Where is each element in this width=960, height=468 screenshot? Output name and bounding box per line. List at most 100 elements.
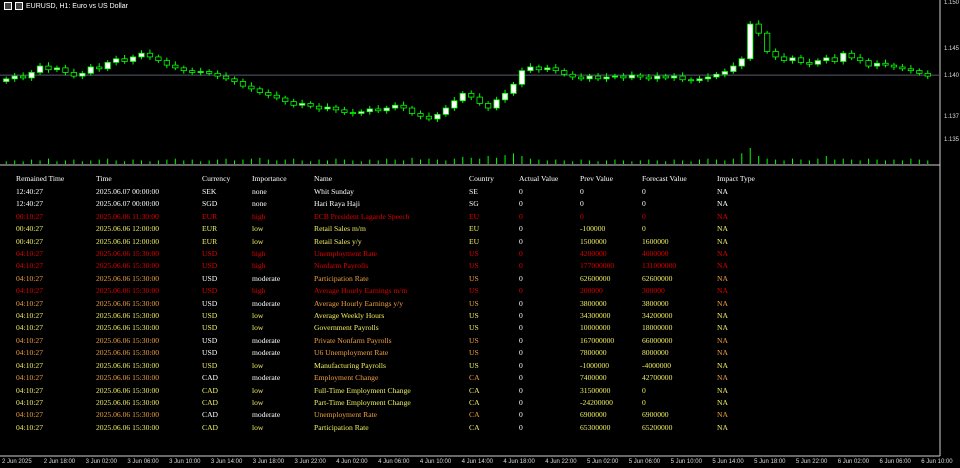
col-header-importance[interactable]: Importance	[252, 172, 314, 186]
cell-prev-value: 4200000	[580, 249, 607, 259]
cell-actual-value: 0	[519, 422, 523, 432]
cell-prev-value: 0	[580, 199, 584, 209]
candle-body	[476, 96, 483, 104]
cell-country: US	[469, 286, 479, 296]
table-row[interactable]: 04:10:27 2025.06.06 15:30:00 USD low Manufac…	[0, 360, 940, 372]
table-row[interactable]: 04:10:27 2025.06.06 15:30:00 CAD low Part-Ti…	[0, 397, 940, 409]
cell-prev-value: 7400000	[580, 373, 607, 383]
candle-body	[814, 60, 821, 65]
time-axis-label: 6 Jun 06:00	[879, 459, 911, 465]
candle-body	[789, 57, 796, 61]
candle-body	[603, 76, 610, 80]
table-row[interactable]: 04:10:27 2025.06.06 15:30:00 USD high Unempl…	[0, 248, 940, 260]
cell-importance: moderate	[252, 273, 281, 283]
cell-prev-value: 62600000	[580, 273, 611, 283]
candle-body	[104, 62, 111, 70]
candle-body	[231, 78, 238, 82]
table-row[interactable]: 04:10:27 2025.06.06 15:30:00 CAD low Full-Ti…	[0, 385, 940, 397]
table-row[interactable]: 12:40:27 2025.06.07 00:00:00 SEK none Whit S…	[0, 186, 940, 198]
candle-body	[747, 23, 754, 60]
cell-actual-value: 0	[519, 360, 523, 370]
candle-body	[45, 65, 52, 71]
table-row[interactable]: 04:10:27 2025.06.06 15:30:00 CAD low Partici…	[0, 422, 940, 434]
col-header-currency[interactable]: Currency	[202, 172, 252, 186]
table-row[interactable]: 04:10:27 2025.06.06 15:30:00 CAD moderate Em…	[0, 372, 940, 384]
col-header-prev-value[interactable]: Prev Value	[580, 172, 642, 186]
table-row[interactable]: 04:10:27 2025.06.06 15:30:00 USD high Averag…	[0, 285, 940, 297]
cell-currency: USD	[202, 335, 218, 345]
cell-actual-value: 0	[519, 348, 523, 358]
cell-country: US	[469, 249, 479, 259]
cell-prev-value: -24200000	[580, 397, 613, 407]
col-header-name[interactable]: Name	[314, 172, 469, 186]
time-axis-label: 3 Jun 10:00	[169, 459, 201, 465]
chart-title: EURUSD, H1: Euro vs US Dollar	[26, 2, 128, 10]
cell-importance: moderate	[252, 373, 281, 383]
table-row[interactable]: 04:10:27 2025.06.06 15:30:00 USD low Governm…	[0, 322, 940, 334]
candle-body	[315, 105, 323, 110]
col-header-remained-time[interactable]: Remained Time	[0, 172, 96, 186]
cell-importance: high	[252, 286, 266, 296]
cell-currency: CAD	[202, 422, 219, 432]
cell-currency: CAD	[202, 410, 219, 420]
candle-body	[138, 52, 145, 58]
candle-body	[392, 104, 399, 109]
cell-remained-time: 00:40:27	[16, 224, 44, 234]
cell-prev-value: 1500000	[580, 236, 607, 246]
cell-time: 2025.06.06 15:30:00	[96, 323, 160, 333]
time-axis-label: 5 Jun 22:00	[795, 459, 828, 465]
table-row[interactable]: 12:40:27 2025.06.07 00:00:00 SGD none Hari R…	[0, 198, 940, 210]
cell-forecast-value: 66000000	[642, 335, 673, 345]
table-row[interactable]: 04:10:27 2025.06.06 15:30:00 USD low Average…	[0, 310, 940, 322]
candle-body	[197, 71, 204, 73]
cell-currency: EUR	[202, 211, 218, 221]
candle-body	[806, 62, 813, 65]
cell-name: Unemployment Rate	[314, 410, 378, 420]
candle-body	[70, 72, 77, 77]
time-axis-label: 4 Jun 06:00	[378, 459, 410, 465]
cell-country: US	[469, 335, 479, 345]
candle-body	[755, 23, 762, 34]
col-header-impact-type[interactable]: Impact Type	[717, 172, 940, 186]
candle-body	[527, 66, 534, 72]
cell-forecast-value: 0	[642, 385, 646, 395]
table-row[interactable]: 04:10:27 2025.06.06 15:30:00 USD high Nonfar…	[0, 260, 940, 272]
table-row[interactable]: 00:40:27 2025.06.06 12:00:00 EUR low Retail …	[0, 236, 940, 248]
cell-remained-time: 04:10:27	[16, 422, 44, 432]
cell-name: Full-Time Employment Change	[314, 385, 411, 395]
cell-importance: moderate	[252, 335, 281, 345]
table-row[interactable]: 00:10:27 2025.06.06 11:30:00 EUR high ECB Pr…	[0, 211, 940, 223]
cell-actual-value: 0	[519, 298, 523, 308]
candle-body	[451, 100, 458, 109]
cell-country: CA	[469, 422, 480, 432]
table-row[interactable]: 00:40:27 2025.06.06 12:00:00 EUR low Retail …	[0, 223, 940, 235]
col-header-actual-value[interactable]: Actual Value	[519, 172, 580, 186]
cell-actual-value: 0	[519, 410, 523, 420]
cell-impact-type: NA	[717, 286, 728, 296]
cell-forecast-value: 131000000	[642, 261, 677, 271]
candle-body	[916, 70, 923, 74]
col-header-country[interactable]: Country	[469, 172, 519, 186]
candle-body	[578, 76, 585, 80]
table-row[interactable]: 04:10:27 2025.06.06 15:30:00 USD moderate Pr…	[0, 335, 940, 347]
cell-importance: low	[252, 385, 264, 395]
candle-body	[873, 62, 881, 67]
col-header-forecast-value[interactable]: Forecast Value	[642, 172, 717, 186]
candle-body	[662, 75, 669, 79]
cell-country: CA	[469, 373, 480, 383]
col-header-time[interactable]: Time	[96, 172, 202, 186]
candle-body	[671, 75, 678, 79]
table-row[interactable]: 04:10:27 2025.06.06 15:30:00 USD moderate U6…	[0, 347, 940, 359]
cell-importance: low	[252, 360, 264, 370]
table-row[interactable]: 04:10:27 2025.06.06 15:30:00 USD moderate Av…	[0, 298, 940, 310]
table-row[interactable]: 04:10:27 2025.06.06 15:30:00 USD moderate Pa…	[0, 273, 940, 285]
cell-impact-type: NA	[717, 199, 728, 209]
table-row[interactable]: 04:10:27 2025.06.06 15:30:00 CAD moderate Un…	[0, 409, 940, 421]
candle-body	[214, 72, 221, 77]
cell-forecast-value: 0	[642, 397, 646, 407]
cell-importance: low	[252, 323, 264, 333]
candle-body	[425, 115, 433, 120]
candle-body	[341, 109, 348, 113]
cell-impact-type: NA	[717, 410, 728, 420]
price-axis-label: 1.140	[944, 73, 960, 79]
